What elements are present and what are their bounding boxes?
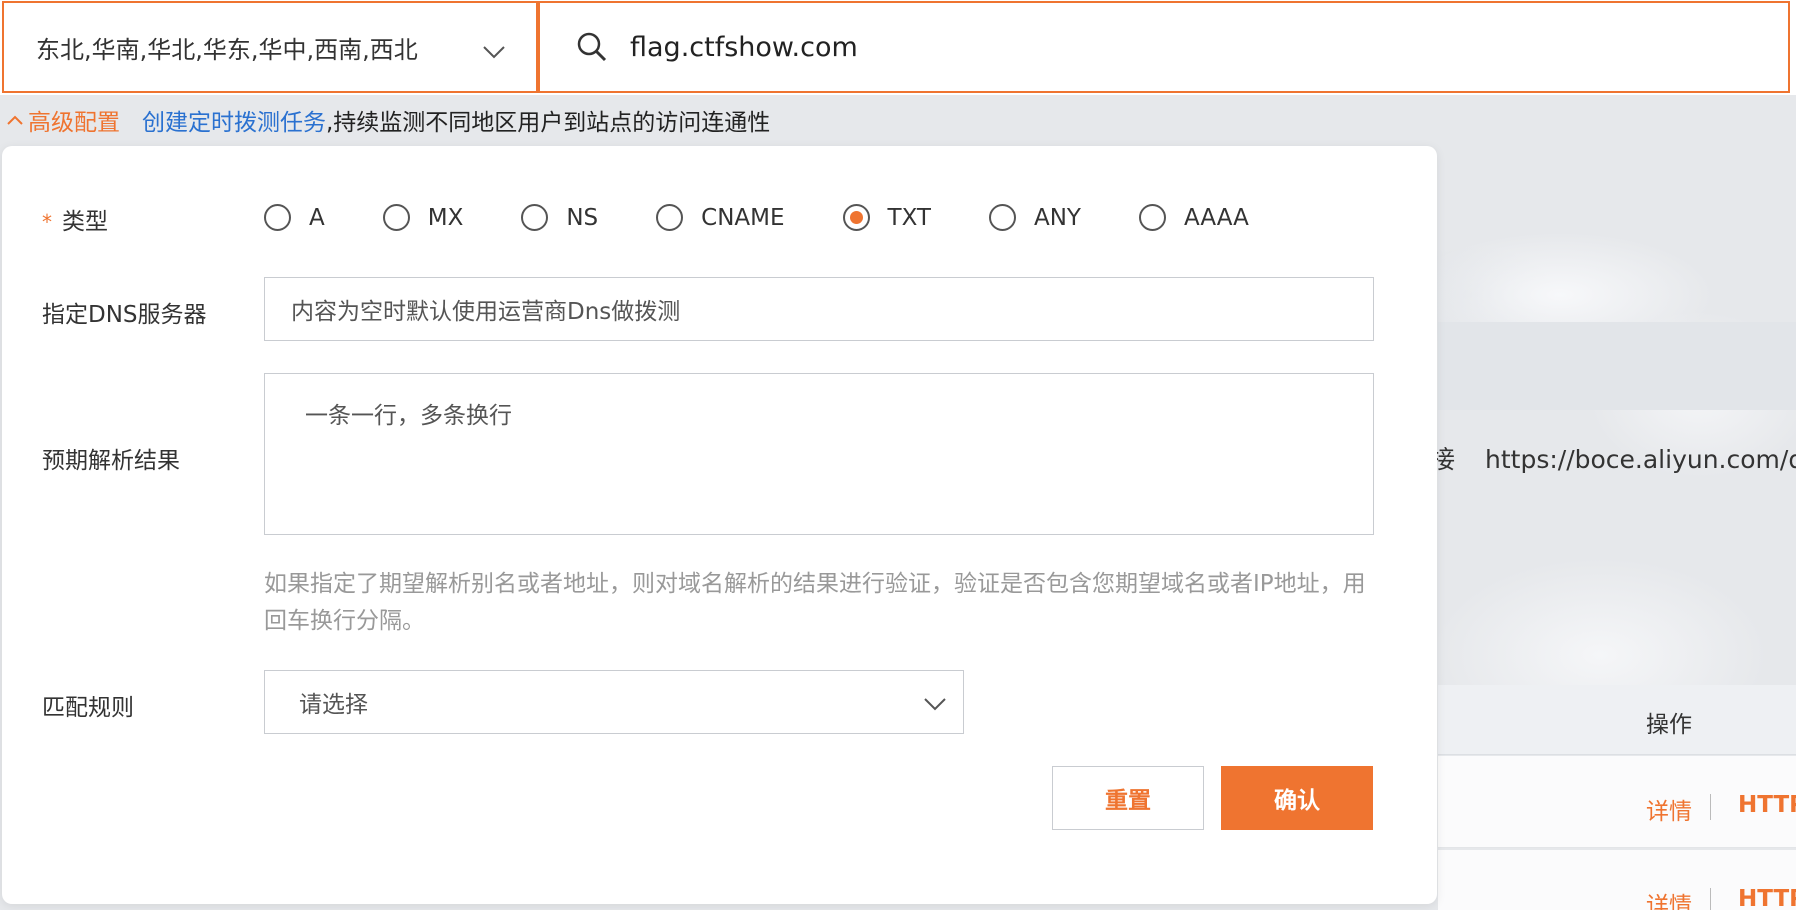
radio-circle <box>656 204 684 231</box>
advanced-toggle[interactable]: 高级配置 <box>6 103 120 137</box>
radio-circle-selected <box>842 204 870 231</box>
radio-circle <box>1138 204 1166 231</box>
detail-link[interactable]: 详情 <box>1646 792 1692 826</box>
advanced-bar: 高级配置 创建定时拨测任务 ,持续监测不同地区用户到站点的访问连通性 <box>0 95 1796 145</box>
radio-type-cname[interactable]: CNAME <box>656 204 785 231</box>
advanced-config-panel: * 类型 A MX NS CNAME TXT ANY AAAA 指定DNS服务器 … <box>2 146 1437 904</box>
chevron-up-icon <box>6 114 24 126</box>
required-mark: * <box>42 210 52 234</box>
domain-input-value: flag.ctfshow.com <box>630 31 858 63</box>
match-rule-placeholder: 请选择 <box>299 692 368 718</box>
match-rule-label: 匹配规则 <box>42 695 134 721</box>
confirm-button[interactable]: 确认 <box>1221 766 1373 830</box>
radio-type-aaaa[interactable]: AAAA <box>1138 204 1249 231</box>
radio-type-a[interactable]: A <box>264 204 325 231</box>
chevron-down-icon <box>482 37 506 65</box>
region-select[interactable]: 东北,华南,华北,华东,华中,西南,西北 <box>2 1 538 93</box>
table-row: 详情 HTTP <box>1438 756 1796 848</box>
domain-input[interactable]: flag.ctfshow.com <box>538 1 1790 93</box>
radio-type-any[interactable]: ANY <box>988 204 1081 231</box>
radio-circle <box>382 204 410 231</box>
report-link[interactable]: https://boce.aliyun.com/det <box>1485 445 1796 474</box>
report-link-row: 接 https://boce.aliyun.com/det <box>1430 440 1796 476</box>
dns-server-input[interactable]: 内容为空时默认使用运营商Dns做拨测 <box>264 277 1374 341</box>
search-bar: 东北,华南,华北,华东,华中,西南,西北 flag.ctfshow.com <box>0 0 1796 95</box>
expected-result-placeholder: 一条一行，多条换行 <box>305 403 512 429</box>
radio-type-txt[interactable]: TXT <box>842 204 931 231</box>
column-header-action: 操作 <box>1646 712 1692 738</box>
results-table-header: 操作 <box>1438 685 1796 755</box>
create-task-desc: ,持续监测不同地区用户到站点的访问连通性 <box>326 110 771 136</box>
background-panel <box>1438 322 1796 410</box>
record-type-radio-group: A MX NS CNAME TXT ANY AAAA <box>264 204 1249 231</box>
detail-link[interactable]: 详情 <box>1646 886 1692 910</box>
match-rule-select[interactable]: 请选择 <box>264 670 964 734</box>
create-task-link[interactable]: 创建定时拨测任务 <box>142 103 326 137</box>
dns-server-placeholder: 内容为空时默认使用运营商Dns做拨测 <box>291 299 681 325</box>
type-label: * 类型 <box>42 209 108 235</box>
chevron-down-icon <box>923 691 947 717</box>
radio-circle <box>521 204 549 231</box>
region-select-value: 东北,华南,华北,华东,华中,西南,西北 <box>36 35 418 64</box>
advanced-toggle-label: 高级配置 <box>28 110 120 136</box>
expected-result-label: 预期解析结果 <box>42 448 180 474</box>
http-link[interactable]: HTTP <box>1738 792 1796 818</box>
table-row: 详情 HTTP <box>1438 850 1796 910</box>
reset-button[interactable]: 重置 <box>1052 766 1204 830</box>
divider <box>1710 794 1711 820</box>
radio-type-ns[interactable]: NS <box>521 204 598 231</box>
expected-result-textarea[interactable]: 一条一行，多条换行 <box>264 373 1374 535</box>
expected-result-hint: 如果指定了期望解析别名或者地址，则对域名解析的结果进行验证，验证是否包含您期望域… <box>264 571 1366 634</box>
radio-type-mx[interactable]: MX <box>382 204 463 231</box>
http-link[interactable]: HTTP <box>1738 886 1796 910</box>
radio-circle <box>264 204 291 231</box>
radio-circle <box>988 204 1016 231</box>
search-icon <box>576 31 608 63</box>
divider <box>1710 888 1711 910</box>
dns-server-label: 指定DNS服务器 <box>42 302 207 328</box>
